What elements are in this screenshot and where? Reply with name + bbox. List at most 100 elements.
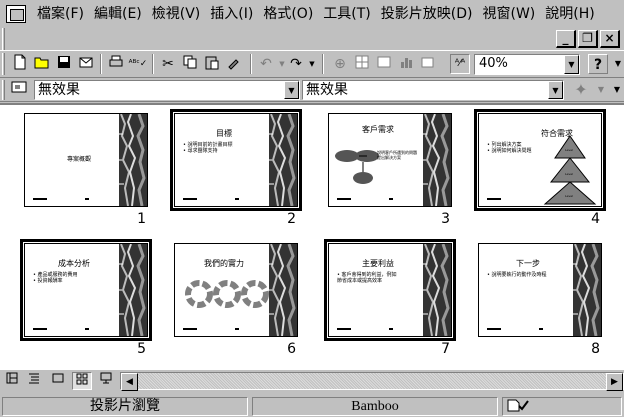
slide-footer	[33, 198, 47, 200]
slide-title: 下一步	[516, 259, 540, 268]
document-icon[interactable]	[6, 5, 26, 23]
toolbar-separator	[100, 54, 102, 74]
text-effect-value: 無效果	[306, 82, 348, 98]
bamboo-pattern-image	[421, 112, 453, 208]
menu-view[interactable]: 檢視(V)	[147, 4, 206, 24]
menu-insert[interactable]: 插入(I)	[205, 4, 258, 24]
slide-footer	[235, 198, 239, 200]
slide-number: 4	[591, 211, 600, 227]
toolbar-options-icon[interactable]: ▼	[608, 54, 624, 74]
open-icon[interactable]	[32, 54, 52, 74]
slide-thumbnail[interactable]: 下一步 • 說明要執行的動作及時程	[478, 242, 603, 338]
hyperlink-icon[interactable]: ⊕	[330, 54, 350, 74]
help-button[interactable]: ?	[588, 54, 608, 74]
slide-footer	[389, 198, 393, 200]
zoom-select[interactable]: 40% ▼	[474, 54, 580, 75]
slide-transition-icon[interactable]	[8, 80, 30, 100]
bullet-item: 提出解決方案	[377, 155, 401, 160]
slide-thumbnail[interactable]: 我們的實力	[174, 242, 299, 338]
bullet-item: • 投資報酬率	[33, 278, 63, 284]
format-painter-icon[interactable]	[224, 54, 244, 74]
menu-bar: 檔案(F) 編輯(E) 檢視(V) 插入(I) 格式(O) 工具(T) 投影片放…	[0, 0, 624, 28]
chevron-down-icon[interactable]: ▼	[284, 81, 299, 99]
slide-title: 專案概觀	[66, 156, 91, 163]
slide-thumbnail[interactable]: 符合需求 • 列出解決方案 • 說明如何解決問題 Level Level Lev…	[474, 109, 606, 211]
transition-effect-select[interactable]: 無效果 ▼	[34, 80, 300, 100]
cut-icon[interactable]: ✂	[158, 54, 178, 74]
chevron-down-icon[interactable]: ▼	[564, 55, 579, 74]
close-button[interactable]: ×	[600, 30, 620, 48]
chevron-down-icon[interactable]: ▼	[548, 81, 563, 99]
menu-window[interactable]: 視窗(W)	[478, 4, 541, 24]
scroll-right-icon[interactable]: ▶	[606, 373, 623, 391]
bullet-item: • 尋求團隊支持	[183, 148, 218, 154]
menu-file[interactable]: 檔案(F)	[32, 4, 89, 24]
slide-bullets: • 說明要執行的動作及時程	[487, 272, 547, 278]
horizontal-scrollbar[interactable]: ◀ ▶	[120, 372, 624, 391]
slide-bullets: • 說明目前的計畫目標 • 尋求團隊支持	[183, 142, 233, 154]
slide-thumbnail[interactable]: 成本分析 • 產品或服務的費用 • 投資報酬率	[20, 239, 152, 341]
paste-icon[interactable]	[202, 54, 222, 74]
insert-table-icon[interactable]	[374, 54, 394, 74]
tables-borders-icon[interactable]	[352, 54, 372, 74]
mail-icon[interactable]	[76, 54, 96, 74]
black-white-view-icon[interactable]: ᴬ⁄ᴬ	[450, 54, 470, 74]
toolbar-grip[interactable]	[2, 53, 5, 75]
redo-dropdown-icon[interactable]: ▼	[302, 54, 322, 74]
normal-view-button[interactable]	[2, 372, 22, 390]
slideshow-view-button[interactable]	[96, 372, 116, 390]
minimize-button[interactable]: _	[556, 30, 576, 48]
slide-thumbnail[interactable]: 目標 • 說明目前的計畫目標 • 尋求團隊支持	[170, 109, 302, 211]
animation-preview-icon[interactable]: ✦	[570, 80, 592, 100]
pyramid-level-label: Level	[565, 148, 573, 152]
menu-slideshow[interactable]: 投影片放映(D)	[376, 4, 478, 24]
bamboo-pattern-image	[267, 242, 299, 338]
menu-tools[interactable]: 工具(T)	[318, 4, 375, 24]
toolbar-separator	[322, 54, 324, 74]
menu-help[interactable]: 說明(H)	[540, 4, 599, 24]
slide-number: 5	[137, 341, 146, 357]
new-icon[interactable]	[10, 54, 30, 74]
pyramid-level-label: Level	[565, 194, 573, 198]
scroll-left-icon[interactable]: ◀	[121, 373, 138, 391]
view-bar: ◀ ▶	[0, 370, 624, 392]
slide-footer	[85, 198, 89, 200]
slide-footer	[183, 198, 197, 200]
restore-button[interactable]: ❐	[578, 30, 598, 48]
toolbar-separator	[152, 54, 154, 74]
slide-footer	[235, 328, 239, 330]
slide-thumbnail[interactable]: 專案概觀	[24, 112, 149, 208]
slide-thumbnail[interactable]: 客戶需求 說明客戶所遇到的問題 提出解決方案	[328, 112, 453, 208]
outline-view-button[interactable]	[24, 372, 44, 390]
slide-view-button[interactable]	[48, 372, 68, 390]
insert-chart-icon[interactable]	[396, 54, 416, 74]
toolbar-grip[interactable]	[2, 28, 5, 50]
transition-effect-value: 無效果	[38, 82, 80, 98]
copy-icon[interactable]	[180, 54, 200, 74]
slide-number: 8	[591, 341, 600, 357]
slide-title: 成本分析	[58, 259, 90, 268]
bamboo-pattern-image	[117, 112, 149, 208]
slide-footer	[539, 328, 543, 330]
slide-sorter-view-button[interactable]	[72, 372, 92, 390]
menu-edit[interactable]: 編輯(E)	[89, 4, 147, 24]
toolbar-separator	[250, 54, 252, 74]
slide-thumbnail[interactable]: 主要利益 • 客戶會得到的利益，例如節省成本或提高效率	[324, 239, 456, 341]
status-spelling-pane[interactable]	[502, 397, 622, 416]
slide-title: 目標	[216, 129, 232, 138]
cycle-arrows-diagram	[185, 280, 269, 308]
slide-sorter-view[interactable]: 專案概觀 1 目標 • 說明目前的計畫目標 • 尋求團隊支持 2 客戶需求 說明…	[0, 103, 624, 370]
slide-footer	[337, 198, 351, 200]
new-slide-icon[interactable]	[418, 54, 438, 74]
slide-title: 主要利益	[362, 259, 394, 268]
save-icon[interactable]	[54, 54, 74, 74]
toolbar-options-icon[interactable]: ▼	[606, 80, 624, 100]
text-effect-select[interactable]: 無效果 ▼	[302, 80, 564, 100]
spelling-icon[interactable]: ᴬᴮᶜ✓	[128, 54, 148, 74]
print-icon[interactable]	[106, 54, 126, 74]
menu-format[interactable]: 格式(O)	[258, 4, 318, 24]
toolbar-grip[interactable]	[2, 80, 5, 100]
bamboo-pattern-image	[267, 112, 299, 208]
slide-bullets: 說明客戶所遇到的問題 提出解決方案	[377, 150, 417, 160]
standard-toolbar: ᴬᴮᶜ✓ ✂ ↶ ▼ ↷ ▼ ⊕ ᴬ⁄ᴬ 40% ▼ ? ▼	[0, 50, 624, 78]
